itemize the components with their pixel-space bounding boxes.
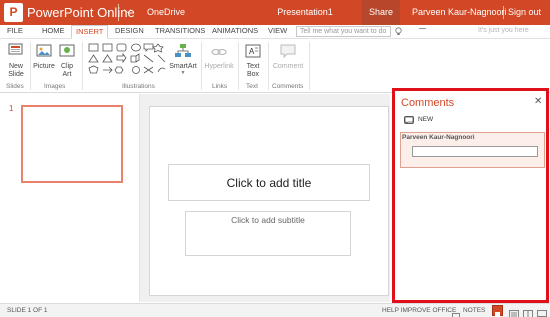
new-slide-icon: [4, 43, 28, 63]
normal-view-icon[interactable]: [509, 306, 519, 317]
hyperlink-icon: [204, 43, 234, 63]
new-comment-button[interactable]: NEW: [418, 116, 433, 123]
group-divider: [82, 42, 83, 90]
clip-art-button[interactable]: Clip Art: [57, 43, 77, 79]
comment-label: Comment: [272, 63, 304, 70]
sign-out-link[interactable]: Sign out: [508, 7, 541, 17]
user-name[interactable]: Parveen Kaur-Nagnoori: [412, 7, 507, 17]
text-box-icon: A: [241, 43, 265, 63]
powerpoint-logo-icon[interactable]: P: [4, 3, 23, 22]
ribbon: New Slide Slides Picture Clip Art Images: [0, 40, 550, 93]
new-comment-icon[interactable]: [404, 116, 414, 124]
subtitle-placeholder[interactable]: Click to add subtitle: [185, 211, 351, 256]
user-divider: [503, 6, 504, 19]
comments-view-icon[interactable]: [492, 305, 503, 317]
help-improve-office-link[interactable]: HELP IMPROVE OFFICE: [382, 307, 456, 314]
group-divider: [30, 42, 31, 90]
group-divider: [238, 42, 239, 90]
slide-position: SLIDE 1 OF 1: [7, 307, 48, 314]
new-slide-button[interactable]: New Slide: [4, 43, 28, 79]
text-box-label: Text Box: [246, 63, 260, 78]
document-name[interactable]: Presentation1: [260, 7, 350, 17]
tab-insert[interactable]: INSERT: [71, 25, 109, 39]
chevron-down-icon[interactable]: ⌵: [124, 5, 132, 16]
guest-status: It's just you here: [478, 27, 529, 34]
comments-pane-title: Comments: [401, 97, 455, 109]
close-icon[interactable]: ✕: [534, 96, 542, 107]
hyperlink-button[interactable]: Hyperlink: [204, 43, 234, 70]
group-divider: [201, 42, 202, 90]
shapes-gallery[interactable]: [86, 43, 166, 79]
smartart-label: SmartArt: [169, 63, 197, 70]
comment-icon: [271, 43, 305, 63]
app-bar-divider: [118, 4, 119, 21]
text-box-button[interactable]: A Text Box: [241, 43, 265, 79]
group-label-images: Images: [44, 83, 66, 90]
ribbon-tabs: FILE HOME INSERT DESIGN TRANSITIONS ANIM…: [0, 25, 550, 39]
reading-view-icon[interactable]: [523, 306, 533, 317]
chevron-down-icon: ▼: [180, 70, 186, 76]
tab-file[interactable]: FILE: [7, 26, 23, 35]
slide-number: 1: [9, 104, 14, 113]
status-bar: SLIDE 1 OF 1 HELP IMPROVE OFFICE NOTES: [0, 303, 550, 317]
smartart-button[interactable]: SmartArt ▼: [168, 43, 198, 76]
tab-animations[interactable]: ANIMATIONS: [212, 26, 258, 35]
picture-icon: [33, 43, 55, 63]
group-label-links: Links: [212, 83, 228, 90]
tell-me-input[interactable]: Tell me what you want to do: [296, 26, 391, 37]
group-label-text: Text: [246, 83, 258, 90]
group-label-comments: Comments: [272, 83, 304, 90]
group-divider: [268, 42, 269, 90]
title-placeholder[interactable]: Click to add title: [168, 164, 370, 201]
picture-button[interactable]: Picture: [33, 43, 55, 70]
clip-art-icon: [57, 43, 77, 63]
new-slide-label: New Slide: [8, 63, 24, 78]
group-divider: [309, 42, 310, 90]
group-label-illustrations: Illustrations: [122, 83, 155, 90]
slideshow-icon[interactable]: [537, 306, 547, 317]
share-button[interactable]: Share: [362, 0, 400, 25]
picture-label: Picture: [33, 63, 55, 70]
clip-art-label: Clip Art: [60, 63, 74, 78]
comment-author: Parveen Kaur-Nagnoori: [402, 134, 475, 141]
notes-button[interactable]: NOTES: [463, 307, 485, 314]
hyperlink-label: Hyperlink: [204, 63, 234, 70]
comment-button[interactable]: Comment: [271, 43, 305, 70]
app-bar: P PowerPoint Online ⌵ OneDrive Presentat…: [0, 0, 550, 25]
tab-view[interactable]: VIEW: [268, 26, 287, 35]
slide-thumbnail[interactable]: [21, 105, 123, 183]
tab-transitions[interactable]: TRANSITIONS: [155, 26, 205, 35]
svg-text:A: A: [249, 47, 255, 56]
comment-input[interactable]: [412, 146, 538, 157]
tab-design[interactable]: DESIGN: [115, 26, 144, 35]
smartart-icon: [168, 43, 198, 63]
onedrive-link[interactable]: OneDrive: [147, 7, 185, 17]
group-label-slides: Slides: [6, 83, 24, 90]
tab-home[interactable]: HOME: [42, 26, 65, 35]
comments-pane-highlight: [392, 88, 549, 303]
lightbulb-icon: [394, 27, 403, 36]
notes-icon[interactable]: [452, 307, 460, 317]
ribbon-collapse-icon[interactable]: [419, 28, 426, 33]
